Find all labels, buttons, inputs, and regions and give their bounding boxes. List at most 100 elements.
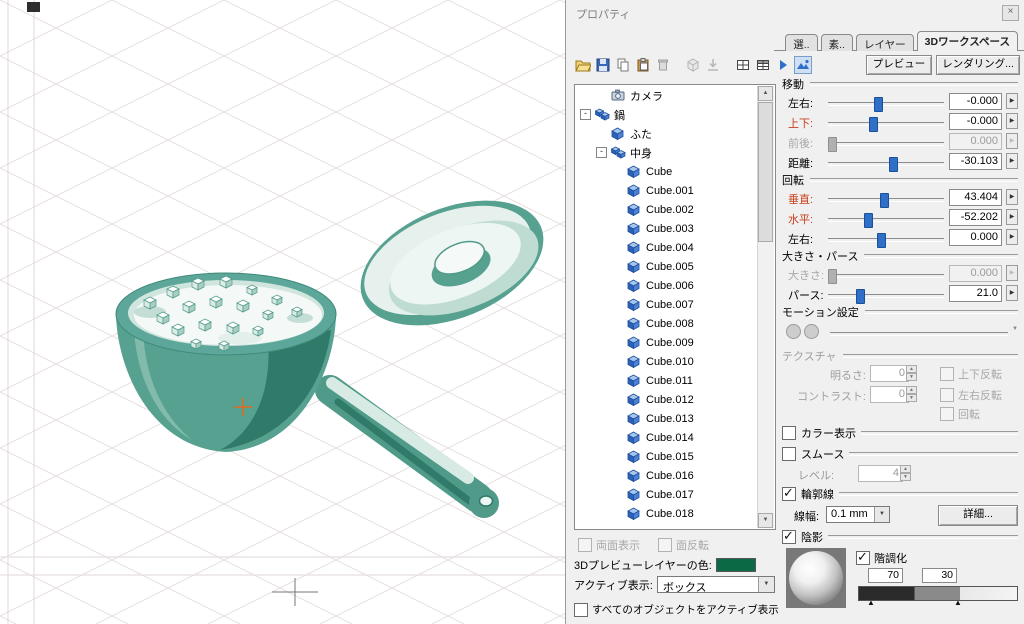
color-display-option[interactable]: カラー表示 [782, 422, 1018, 444]
color-display-checkbox[interactable] [782, 426, 796, 440]
motion-button-2-icon[interactable] [804, 324, 819, 339]
flip-vertical-option[interactable]: 上下反転 [940, 366, 1002, 382]
tab-2[interactable]: レイヤー [855, 34, 914, 51]
brightness-spinner[interactable]: ▲ ▼ [906, 365, 917, 382]
double-sided-checkbox[interactable] [578, 538, 592, 552]
tone-value-1-input[interactable]: 70 [868, 568, 903, 583]
tree-item[interactable]: カメラ [576, 86, 758, 105]
shading-sphere-preview[interactable] [786, 548, 846, 608]
save-icon[interactable] [594, 56, 612, 74]
move-slider-thumb[interactable] [873, 97, 883, 112]
scroll-thumb[interactable] [758, 102, 773, 242]
move-value-input[interactable]: -0.000 [949, 113, 1002, 130]
motion-button-1-icon[interactable] [786, 324, 801, 339]
active-display-select[interactable]: ボックス ▼ [656, 576, 775, 594]
move-slider-thumb[interactable] [888, 157, 898, 172]
tree-item[interactable]: Cube.004 [576, 238, 758, 257]
paste-icon[interactable] [634, 56, 652, 74]
scale-value-input[interactable]: 21.0 [949, 285, 1002, 302]
flip-face-option[interactable]: 面反転 [658, 537, 709, 553]
smooth-checkbox[interactable] [782, 447, 796, 461]
contrast-spinner[interactable]: ▲ ▼ [906, 386, 917, 403]
level-input[interactable]: 4 [858, 465, 903, 482]
rotate-slider-track[interactable] [828, 193, 944, 208]
scale-step-button[interactable]: ▶ [1006, 265, 1018, 281]
preview-display-icon[interactable] [794, 56, 812, 74]
level-spinner[interactable]: ▲ ▼ [900, 465, 911, 482]
flip-vertical-checkbox[interactable] [940, 367, 954, 381]
tree-item[interactable]: Cube.016 [576, 466, 758, 485]
motion-marker-icon[interactable]: ▼ [1012, 326, 1018, 332]
line-width-select[interactable]: 0.1 mm ▼ [826, 506, 890, 523]
rotate-step-button[interactable]: ▶ [1006, 189, 1018, 205]
tab-0[interactable]: 選.. [785, 34, 818, 51]
all-objects-active-option[interactable]: すべてのオブジェクトをアクティブ表示 [574, 602, 779, 617]
rotate-step-button[interactable]: ▶ [1006, 209, 1018, 225]
tone-marker-2-icon[interactable]: ▲ [954, 599, 962, 607]
tree-item[interactable]: Cube.011 [576, 371, 758, 390]
close-icon[interactable]: × [1002, 5, 1019, 21]
tree-item[interactable]: Cube [576, 162, 758, 181]
tree-item[interactable]: Cube.008 [576, 314, 758, 333]
chevron-down-icon[interactable]: ▼ [757, 577, 774, 592]
move-value-input[interactable]: -30.103 [949, 153, 1002, 170]
rotate-slider-thumb[interactable] [877, 233, 887, 248]
detail-button[interactable]: 詳細... [938, 505, 1018, 526]
rotate-value-input[interactable]: 0.000 [949, 229, 1002, 246]
texture-rotate-option[interactable]: 回転 [940, 406, 980, 422]
texture-rotate-checkbox[interactable] [940, 407, 954, 421]
tree-item[interactable]: - 中身 [576, 143, 758, 162]
layer-color-swatch[interactable] [715, 558, 756, 572]
scroll-up-icon[interactable]: ▲ [758, 86, 773, 101]
play-icon[interactable] [774, 56, 792, 74]
rotate-slider-track[interactable] [828, 233, 944, 248]
tree-item[interactable]: Cube.010 [576, 352, 758, 371]
move-slider-track[interactable] [828, 157, 944, 172]
tree-item[interactable]: Cube.018 [576, 504, 758, 523]
tree-item[interactable]: Cube.015 [576, 447, 758, 466]
double-sided-option[interactable]: 両面表示 [578, 537, 640, 553]
tree-scrollbar[interactable]: ▲ ▼ [757, 86, 774, 528]
3d-viewport[interactable] [0, 0, 565, 624]
move-slider-thumb[interactable] [828, 137, 838, 152]
rotate-step-button[interactable]: ▶ [1006, 229, 1018, 245]
flip-face-checkbox[interactable] [658, 538, 672, 552]
shading-checkbox[interactable] [782, 528, 796, 544]
rotate-value-input[interactable]: 43.404 [949, 189, 1002, 206]
shading-option[interactable]: 陰影 [782, 528, 1018, 546]
move-value-input[interactable]: 0.000 [949, 133, 1002, 150]
brightness-input[interactable]: 0 [870, 365, 909, 382]
tree-item[interactable]: Cube.007 [576, 295, 758, 314]
copy-icon[interactable] [614, 56, 632, 74]
rotate-value-input[interactable]: -52.202 [949, 209, 1002, 226]
scale-slider-thumb[interactable] [828, 269, 838, 284]
all-objects-active-checkbox[interactable] [574, 602, 588, 617]
tone-value-2-input[interactable]: 30 [922, 568, 957, 583]
tree-item[interactable]: Cube.002 [576, 200, 758, 219]
move-step-button[interactable]: ▶ [1006, 133, 1018, 149]
tone-checkbox[interactable] [856, 549, 870, 565]
move-slider-thumb[interactable] [869, 117, 879, 132]
smooth-option[interactable]: スムース [782, 444, 1018, 464]
flip-horizontal-option[interactable]: 左右反転 [940, 387, 1002, 403]
move-slider-track[interactable] [828, 97, 944, 112]
tree-item[interactable]: Cube.006 [576, 276, 758, 295]
tree-item[interactable]: Cube.013 [576, 409, 758, 428]
scroll-down-icon[interactable]: ▼ [758, 513, 773, 528]
tree-expander-icon[interactable]: - [596, 147, 607, 158]
outline-checkbox[interactable] [782, 485, 796, 501]
move-step-button[interactable]: ▶ [1006, 93, 1018, 109]
tree-item[interactable]: ふた [576, 124, 758, 143]
tree-expander-icon[interactable]: - [580, 109, 591, 120]
render-button[interactable]: レンダリング... [936, 55, 1020, 75]
table-icon[interactable] [754, 56, 772, 74]
scale-step-button[interactable]: ▶ [1006, 285, 1018, 301]
scale-value-input[interactable]: 0.000 [949, 265, 1002, 282]
tone-marker-1-icon[interactable]: ▲ [867, 599, 875, 607]
rotate-slider-thumb[interactable] [864, 213, 874, 228]
tree-item[interactable]: Cube.014 [576, 428, 758, 447]
contrast-input[interactable]: 0 [870, 386, 909, 403]
move-slider-track[interactable] [828, 117, 944, 132]
tree-item[interactable]: Cube.003 [576, 219, 758, 238]
flip-horizontal-checkbox[interactable] [940, 388, 954, 402]
